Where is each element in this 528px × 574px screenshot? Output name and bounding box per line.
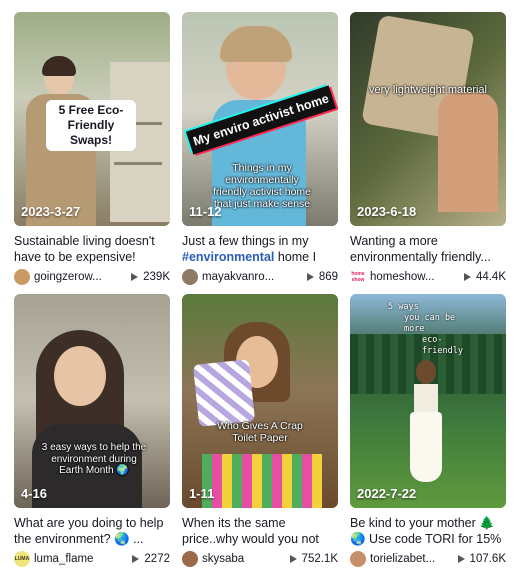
person-skirt — [410, 412, 442, 482]
play-icon — [457, 555, 465, 563]
username[interactable]: goingzerow... — [34, 271, 131, 283]
post-date: 2022-7-22 — [357, 486, 417, 501]
hand-graphic — [438, 92, 498, 212]
shelf-line — [114, 162, 162, 165]
post-date: 4-16 — [21, 486, 48, 501]
overlay-text: very lightweight material — [369, 84, 487, 96]
post-date: 11-12 — [189, 204, 222, 219]
username[interactable]: luma_flame — [34, 553, 132, 565]
overlay-text: Who Gives A Crap Toilet Paper — [217, 420, 303, 444]
video-thumbnail[interactable]: My enviro activist home Things in my env… — [182, 12, 338, 226]
avatar[interactable] — [182, 551, 198, 567]
view-count: 239K — [131, 271, 170, 283]
video-caption[interactable]: Just a few things in my #environmental h… — [182, 233, 338, 265]
username[interactable]: homeshow... — [370, 271, 464, 283]
video-card[interactable]: very lightweight material 2023-6-18 Want… — [350, 12, 506, 285]
person-hair — [42, 56, 76, 76]
overlay-text: 3 easy ways to help the environment duri… — [41, 442, 147, 476]
avatar[interactable]: LUMA — [14, 551, 30, 567]
username[interactable]: mayakvanro... — [202, 271, 307, 283]
hashtag-link[interactable]: #environmental — [182, 250, 274, 264]
video-card[interactable]: Who Gives A Crap Toilet Paper 1-11 When … — [182, 294, 338, 567]
avatar[interactable] — [14, 269, 30, 285]
video-thumbnail[interactable]: 5 Free Eco-Friendly Swaps! 2023-3-27 — [14, 12, 170, 226]
username[interactable]: torielizabet... — [370, 553, 458, 565]
post-date: 2023-3-27 — [21, 204, 81, 219]
post-date: 2023-6-18 — [357, 204, 417, 219]
video-thumbnail[interactable]: 3 easy ways to help the environment duri… — [14, 294, 170, 508]
video-thumbnail[interactable]: 5 ways you can be more eco-friendly 2022… — [350, 294, 506, 508]
video-caption[interactable]: Be kind to your mother 🌲 🌏 Use code TORI… — [350, 515, 506, 547]
paper-rolls — [202, 454, 322, 508]
view-count: 107.6K — [457, 553, 506, 565]
avatar[interactable] — [350, 551, 366, 567]
post-date: 1-11 — [189, 486, 215, 501]
play-icon — [131, 273, 139, 281]
video-caption[interactable]: What are you doing to help the environme… — [14, 515, 170, 547]
view-count: 869 — [306, 271, 338, 283]
view-count: 2272 — [132, 553, 170, 565]
overlay-text: 5 ways you can be more eco-friendly — [388, 302, 463, 356]
video-thumbnail[interactable]: Who Gives A Crap Toilet Paper 1-11 — [182, 294, 338, 508]
video-card[interactable]: 5 ways you can be more eco-friendly 2022… — [350, 294, 506, 567]
video-card[interactable]: 5 Free Eco-Friendly Swaps! 2023-3-27 Sus… — [14, 12, 170, 285]
video-caption[interactable]: Wanting a more environmentally friendly.… — [350, 233, 506, 265]
avatar[interactable] — [182, 269, 198, 285]
video-card[interactable]: 3 easy ways to help the environment duri… — [14, 294, 170, 567]
video-caption[interactable]: When its the same price..why would you n… — [182, 515, 338, 547]
video-card[interactable]: My enviro activist home Things in my env… — [182, 12, 338, 285]
overlay-text: Things in my environmentally friendly ac… — [212, 162, 312, 210]
video-caption[interactable]: Sustainable living doesn't have to be ex… — [14, 233, 170, 265]
person-top — [414, 384, 438, 414]
overlay-sticker: 5 Free Eco-Friendly Swaps! — [46, 100, 136, 151]
person-hair — [220, 26, 292, 62]
person-head — [416, 360, 436, 384]
avatar[interactable]: home show — [350, 269, 366, 285]
view-count: 44.4K — [463, 271, 506, 283]
username[interactable]: skysaba — [202, 553, 290, 565]
view-count: 752.1K — [289, 553, 338, 565]
play-icon — [132, 555, 140, 563]
person-face — [54, 346, 106, 406]
paper-pack — [192, 359, 256, 427]
play-icon — [463, 273, 471, 281]
video-thumbnail[interactable]: very lightweight material 2023-6-18 — [350, 12, 506, 226]
play-icon — [306, 273, 314, 281]
play-icon — [289, 555, 297, 563]
